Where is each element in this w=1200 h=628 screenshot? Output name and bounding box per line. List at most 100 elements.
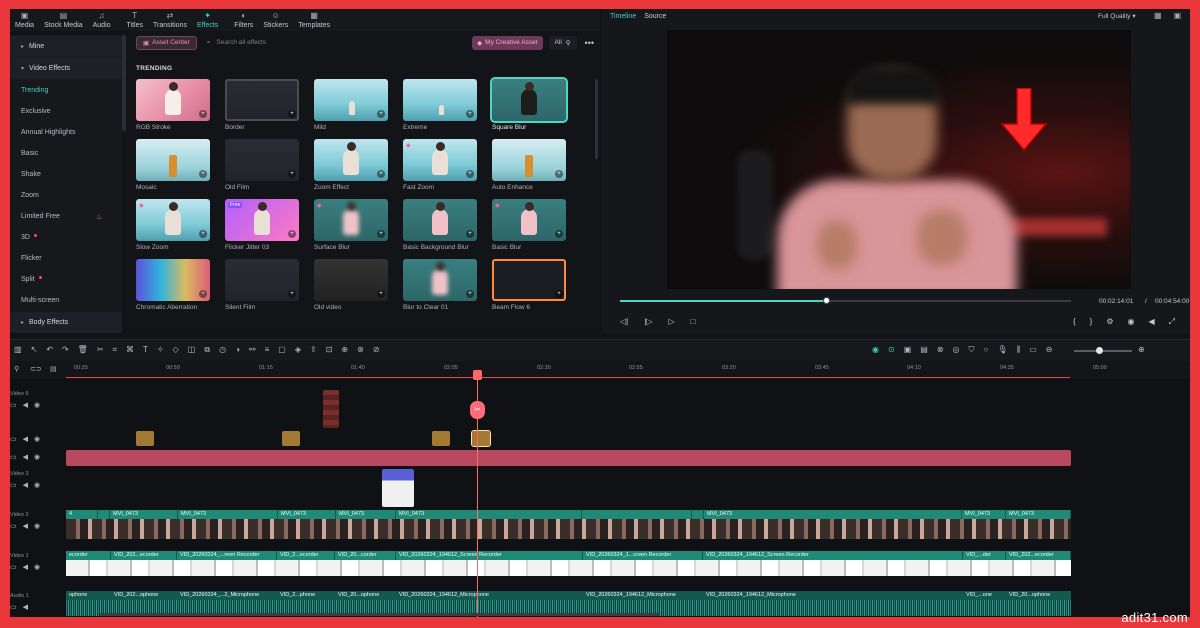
volume-icon[interactable]: ◀: [23, 522, 28, 530]
sidebar-item-limited-free[interactable]: Limited Free ♨: [10, 206, 122, 227]
adjust-icon[interactable]: ⚯: [249, 345, 256, 355]
grid-view-icon[interactable]: ▦: [1154, 11, 1162, 20]
ai-cut-icon[interactable]: ▤: [920, 345, 928, 355]
eye-icon[interactable]: ◉: [34, 453, 40, 461]
add-icon[interactable]: +: [288, 230, 296, 238]
effects-search[interactable]: ⌕ Search all effects: [203, 36, 472, 50]
sidebar-item-split[interactable]: Split: [10, 269, 122, 290]
video1-clip[interactable]: VID_2...ecorder: [277, 551, 335, 560]
effect-card-basic-background-blur[interactable]: + Basic Background Blur: [403, 199, 477, 256]
folder-icon[interactable]: ▭: [10, 522, 17, 530]
add-icon[interactable]: +: [199, 110, 207, 118]
shield-icon[interactable]: ⛉: [969, 345, 975, 355]
sidebar-item-flicker[interactable]: Flicker: [10, 248, 122, 269]
eye-icon[interactable]: ◉: [34, 481, 40, 489]
tab-audio[interactable]: ♫ Audio: [88, 12, 116, 31]
render-icon[interactable]: ◉: [872, 345, 879, 355]
video2-clip[interactable]: [582, 510, 692, 519]
play-backward-icon[interactable]: |▷: [644, 317, 652, 326]
tab-filters[interactable]: ◐ Filters: [229, 12, 258, 31]
marker-icon[interactable]: ◇: [173, 345, 179, 355]
delete-icon[interactable]: 🗑: [78, 345, 88, 355]
effect-clip-selected[interactable]: [471, 430, 491, 447]
keyframe-icon[interactable]: ◈: [295, 345, 301, 355]
camera-icon[interactable]: ◉: [1128, 317, 1135, 327]
folder-icon[interactable]: ▭: [10, 453, 17, 461]
video2-clip[interactable]: MVI_0473: [704, 510, 962, 519]
effect-card-flicker-jitter-03[interactable]: Free + Flicker Jitter 03: [225, 199, 299, 256]
tracking-icon[interactable]: ⊕: [341, 345, 348, 355]
add-icon[interactable]: +: [555, 170, 563, 178]
volume-icon[interactable]: ◀: [23, 603, 28, 611]
tab-titles[interactable]: T Titles: [122, 12, 148, 31]
sidebar-item-annual-highlights[interactable]: Annual Highlights: [10, 122, 122, 143]
motion-icon[interactable]: ⊛: [357, 345, 364, 355]
add-icon[interactable]: +: [288, 110, 296, 118]
more-options-button[interactable]: •••: [585, 38, 594, 48]
playhead-knob[interactable]: [822, 297, 830, 304]
add-icon[interactable]: +: [466, 170, 474, 178]
quality-select[interactable]: Full Quality ▾: [1098, 12, 1136, 20]
filter-all-button[interactable]: All ⚲: [548, 35, 577, 50]
add-icon[interactable]: +: [377, 230, 385, 238]
sidebar-item-zoom[interactable]: Zoom: [10, 185, 122, 206]
eye-icon[interactable]: ◉: [34, 435, 40, 443]
effect-card-auto-enhance[interactable]: + Auto Enhance: [492, 139, 566, 196]
crop-icon[interactable]: ⌗: [113, 345, 118, 355]
volume-icon[interactable]: ◀: [23, 435, 28, 443]
audio1-clip[interactable]: VID_20260324_...2_Microphone: [177, 591, 277, 600]
sidebar-item-body-effects[interactable]: ▸ Body Effects: [10, 312, 122, 333]
video2-clip[interactable]: [692, 510, 704, 519]
effect-card-mosaic[interactable]: + Mosaic: [136, 139, 210, 196]
video1-clip[interactable]: VID_20...corder: [335, 551, 396, 560]
stabilize-icon[interactable]: ⊡: [326, 345, 333, 355]
effect-clip[interactable]: [282, 431, 300, 446]
speed-icon[interactable]: ◷: [219, 345, 226, 355]
sidebar-item-video-effects[interactable]: ▾ Video Effects: [10, 58, 122, 79]
adjustment-layer-clip[interactable]: [66, 450, 1071, 466]
tab-stock-media[interactable]: ▤ Stock Media: [39, 12, 88, 31]
snapshot-icon[interactable]: ▣: [1174, 11, 1182, 20]
add-icon[interactable]: +: [466, 290, 474, 298]
volume-icon[interactable]: ◀: [23, 481, 28, 489]
video2-clip[interactable]: MVI_0473: [1006, 510, 1071, 519]
record-icon[interactable]: ○: [984, 345, 989, 355]
video3-clip[interactable]: [382, 469, 414, 507]
sidebar-item-exclusive[interactable]: Exclusive: [10, 101, 122, 122]
audio1-clip[interactable]: VID_202...ophone: [111, 591, 177, 600]
effect-card-old-video[interactable]: + Old video: [314, 259, 388, 316]
effect-card-extreme[interactable]: + Extreme: [403, 79, 477, 136]
video1-clip[interactable]: VID_...der: [963, 551, 1006, 560]
sidebar-item-multi-screen[interactable]: Multi-screen: [10, 290, 122, 311]
eye-icon[interactable]: ◉: [34, 401, 40, 409]
video1-clip[interactable]: ecorder: [66, 551, 111, 560]
eye-icon[interactable]: ◉: [34, 563, 40, 571]
volume-icon[interactable]: ◀: [23, 401, 28, 409]
sidebar-item-shake[interactable]: Shake: [10, 164, 122, 185]
video1-clip[interactable]: VID_20260324_1...creen Recorder: [583, 551, 703, 560]
audio1-clip[interactable]: VID_20260324_194612_Microphone: [396, 591, 583, 600]
layout-icon[interactable]: ▥: [14, 345, 22, 355]
mixer-icon[interactable]: ⫼: [1017, 345, 1021, 355]
folder-icon[interactable]: ▭: [10, 401, 17, 409]
tab-timeline[interactable]: Timeline: [610, 13, 636, 20]
undo-icon[interactable]: ↶: [46, 345, 53, 355]
folder-icon[interactable]: ▭: [10, 481, 17, 489]
marker-add-icon[interactable]: ▣: [904, 345, 912, 355]
sidebar-item-3d[interactable]: 3D: [10, 227, 122, 248]
video1-clip[interactable]: VID_20260324_194612_Screen Recorder: [703, 551, 963, 560]
tab-effects[interactable]: ✦ Effects: [192, 12, 223, 31]
video1-clip[interactable]: VID_20260324_194612_Screen Recorder: [396, 551, 583, 560]
mark-in-icon[interactable]: {: [1073, 317, 1076, 327]
sidebar-item-mine[interactable]: ▸ Mine: [10, 36, 122, 57]
link-icon[interactable]: ⊂⊃: [30, 365, 42, 373]
cut-icon[interactable]: ✂: [97, 345, 104, 355]
mark-out-icon[interactable]: }: [1090, 317, 1093, 327]
effect-card-border[interactable]: + Border: [225, 79, 299, 136]
sidebar-item-basic[interactable]: Basic: [10, 143, 122, 164]
audio1-clip[interactable]: ophone: [66, 591, 111, 600]
add-icon[interactable]: +: [555, 230, 563, 238]
audio1-clip[interactable]: VID_...one: [963, 591, 1006, 600]
video-preview[interactable]: [667, 30, 1131, 289]
split-icon[interactable]: ◫: [188, 345, 196, 355]
